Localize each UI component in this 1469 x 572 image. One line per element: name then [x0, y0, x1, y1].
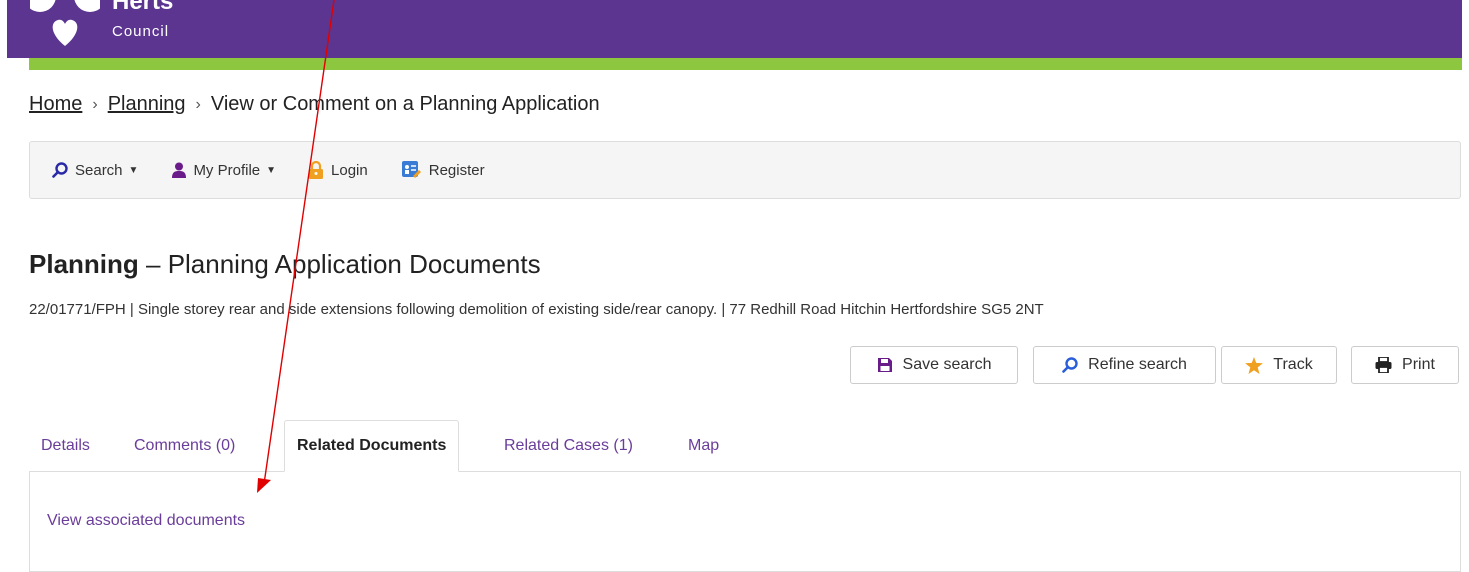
nav-my-profile-dropdown[interactable]: My Profile ▼ — [172, 162, 276, 179]
chevron-down-icon: ▼ — [266, 164, 277, 176]
nav-register-label: Register — [428, 161, 485, 179]
breadcrumb-planning-link[interactable]: Planning — [108, 93, 186, 116]
lock-icon — [309, 161, 324, 179]
user-icon — [172, 162, 187, 178]
save-icon — [877, 358, 892, 372]
search-icon — [1062, 357, 1078, 373]
page-title-section: Planning — [29, 249, 139, 279]
print-label: Print — [1402, 356, 1435, 373]
brand-name: Herts — [112, 0, 174, 15]
track-button[interactable]: Track — [1221, 346, 1337, 384]
refine-search-button[interactable]: Refine search — [1033, 346, 1216, 384]
application-summary: 22/01771/FPH | Single storey rear and si… — [29, 301, 1044, 318]
save-search-button[interactable]: Save search — [850, 346, 1018, 384]
breadcrumb-separator: › — [195, 95, 201, 113]
page-title-text: – Planning Application Documents — [138, 249, 541, 279]
breadcrumb-separator: › — [92, 95, 98, 113]
star-icon — [1245, 356, 1264, 374]
nav-search-label: Search — [75, 161, 123, 179]
search-icon — [52, 162, 68, 178]
tab-bar: Details Comments (0) Related Documents R… — [29, 420, 1461, 472]
refine-search-label: Refine search — [1088, 356, 1187, 373]
nav-login-link[interactable]: Login — [308, 161, 368, 179]
breadcrumb-current: View or Comment on a Planning Applicatio… — [210, 93, 600, 115]
breadcrumb: Home › Planning › View or Comment on a P… — [29, 93, 600, 116]
nav-search-dropdown[interactable]: Search ▼ — [52, 162, 138, 179]
tab-details[interactable]: Details — [41, 420, 90, 471]
council-logo-icon[interactable] — [30, 0, 100, 50]
tab-related-documents[interactable]: Related Documents — [284, 420, 460, 472]
page-title: Planning – Planning Application Document… — [29, 249, 541, 280]
printer-icon — [1375, 357, 1392, 373]
site-header — [7, 0, 1462, 58]
tab-map[interactable]: Map — [688, 420, 719, 471]
save-search-label: Save search — [902, 356, 992, 373]
header-accent-stripe — [29, 58, 1462, 70]
register-icon — [401, 161, 421, 178]
brand-subtitle: Council — [112, 23, 170, 40]
nav-my-profile-label: My Profile — [193, 161, 261, 179]
nav-login-label: Login — [331, 161, 368, 179]
track-label: Track — [1273, 356, 1313, 373]
chevron-down-icon: ▼ — [128, 164, 139, 176]
top-navbar: Search ▼ My Profile ▼ Login Register — [29, 141, 1461, 199]
view-associated-documents-link[interactable]: View associated documents — [47, 512, 245, 530]
tab-related-cases[interactable]: Related Cases (1) — [504, 420, 633, 471]
breadcrumb-home-link[interactable]: Home — [29, 93, 82, 116]
nav-register-link[interactable]: Register — [401, 161, 485, 179]
tab-comments[interactable]: Comments (0) — [134, 420, 235, 471]
print-button[interactable]: Print — [1351, 346, 1459, 384]
